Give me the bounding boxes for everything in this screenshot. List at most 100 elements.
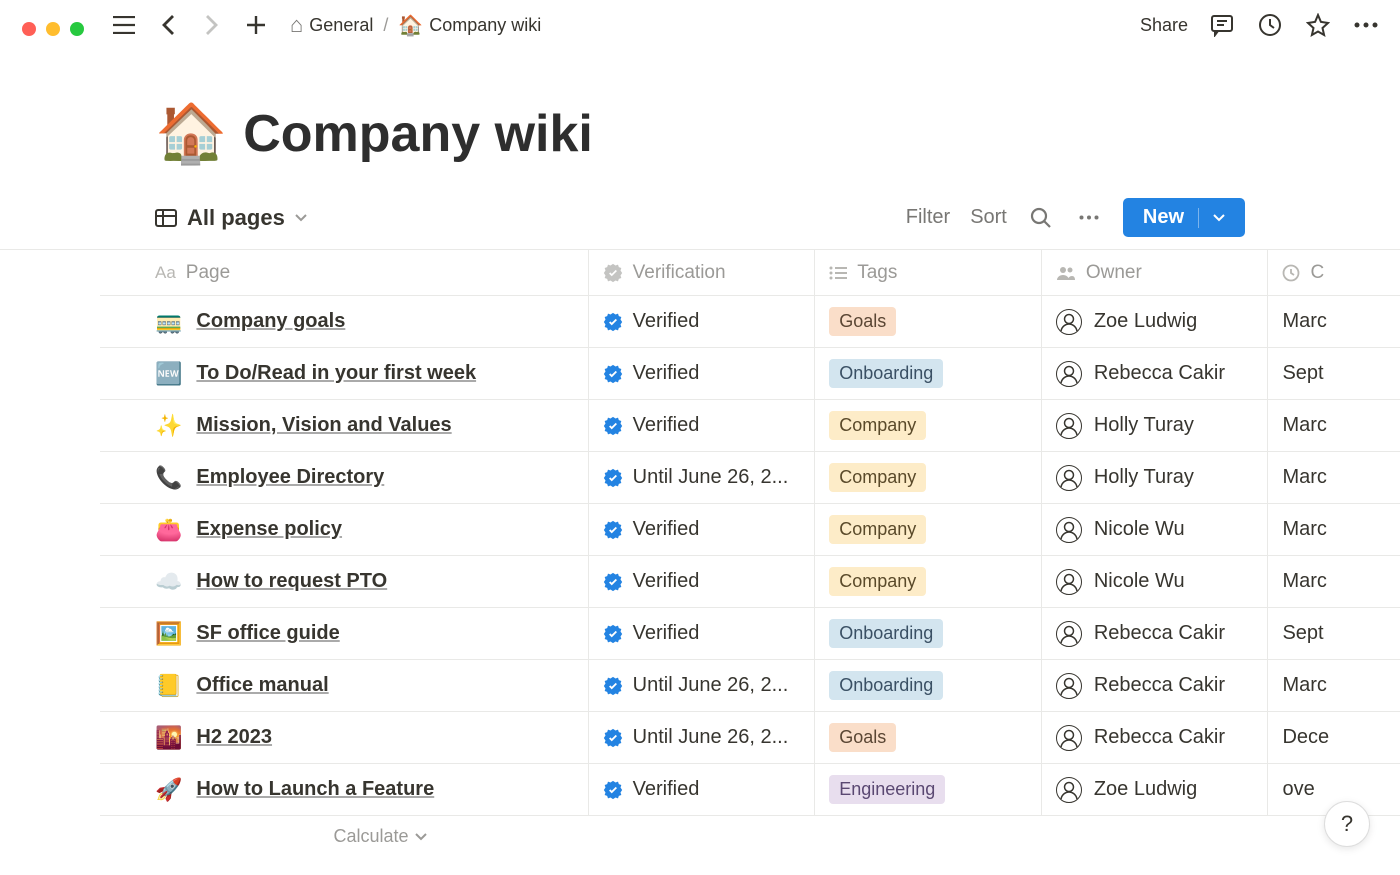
page-cell[interactable]: 🚃 Company goals (155, 309, 588, 335)
owner-cell[interactable]: Rebecca Cakir (1041, 348, 1268, 399)
share-button[interactable]: Share (1140, 15, 1188, 36)
owner-cell[interactable]: Holly Turay (1041, 452, 1268, 503)
owner-cell[interactable]: Rebecca Cakir (1041, 660, 1268, 711)
created-cell[interactable]: Marc (1267, 400, 1400, 451)
created-cell[interactable]: Sept (1267, 348, 1400, 399)
column-created[interactable]: C (1267, 250, 1400, 295)
updates-icon[interactable] (1256, 11, 1284, 39)
column-page[interactable]: Aa Page (155, 262, 588, 284)
owner-cell[interactable]: Rebecca Cakir (1041, 608, 1268, 659)
page-cell[interactable]: 📒 Office manual (155, 673, 588, 699)
tags-cell[interactable]: Onboarding (814, 608, 1041, 659)
owner-cell[interactable]: Holly Turay (1041, 400, 1268, 451)
owner-name: Rebecca Cakir (1094, 622, 1225, 645)
table-row[interactable]: 🖼️ SF office guide Verified Onboarding R… (100, 608, 1400, 660)
breadcrumb-current[interactable]: Company wiki (429, 15, 541, 36)
created-text: Sept (1282, 622, 1323, 645)
tags-cell[interactable]: Goals (814, 296, 1041, 347)
tags-cell[interactable]: Company (814, 504, 1041, 555)
table-row[interactable]: 🌇 H2 2023 Until June 26, 2... Goals Rebe… (100, 712, 1400, 764)
column-verification[interactable]: Verification (588, 250, 815, 295)
created-text: Marc (1282, 518, 1326, 541)
verification-cell[interactable]: Verified (588, 608, 815, 659)
tags-cell[interactable]: Company (814, 556, 1041, 607)
window-minimize[interactable] (46, 22, 60, 36)
chevron-down-icon[interactable] (1213, 214, 1225, 222)
verified-badge-icon (603, 416, 623, 436)
tags-cell[interactable]: Engineering (814, 764, 1041, 815)
page-cell[interactable]: 🆕 To Do/Read in your first week (155, 361, 588, 387)
search-icon[interactable] (1027, 204, 1055, 232)
comments-icon[interactable] (1208, 11, 1236, 39)
column-owner[interactable]: Owner (1041, 250, 1268, 295)
page-cell[interactable]: ✨ Mission, Vision and Values (155, 413, 588, 439)
created-cell[interactable]: Dece (1267, 712, 1400, 763)
top-bar: ⌂ General / 🏠 Company wiki Share (0, 0, 1400, 50)
view-selector[interactable]: All pages (155, 205, 307, 231)
table-row[interactable]: 🚀 How to Launch a Feature Verified Engin… (100, 764, 1400, 816)
page-cell[interactable]: 🌇 H2 2023 (155, 725, 588, 751)
forward-button[interactable] (198, 11, 226, 39)
table-row[interactable]: 👛 Expense policy Verified Company Nicole… (100, 504, 1400, 556)
row-emoji: ✨ (155, 413, 182, 439)
tags-cell[interactable]: Company (814, 400, 1041, 451)
table-row[interactable]: 📞 Employee Directory Until June 26, 2...… (100, 452, 1400, 504)
table-row[interactable]: ☁️ How to request PTO Verified Company N… (100, 556, 1400, 608)
filter-button[interactable]: Filter (906, 206, 950, 229)
owner-cell[interactable]: Rebecca Cakir (1041, 712, 1268, 763)
created-cell[interactable]: Marc (1267, 504, 1400, 555)
owner-cell[interactable]: Nicole Wu (1041, 556, 1268, 607)
tag: Company (829, 515, 926, 544)
new-page-button[interactable] (242, 11, 270, 39)
verification-cell[interactable]: Verified (588, 764, 815, 815)
page-title[interactable]: 🏠 Company wiki (155, 100, 1400, 168)
page-cell[interactable]: 👛 Expense policy (155, 517, 588, 543)
page-cell[interactable]: 📞 Employee Directory (155, 465, 588, 491)
new-button[interactable]: New (1123, 198, 1245, 237)
created-cell[interactable]: Marc (1267, 452, 1400, 503)
page-cell[interactable]: ☁️ How to request PTO (155, 569, 588, 595)
window-close[interactable] (22, 22, 36, 36)
table-row[interactable]: ✨ Mission, Vision and Values Verified Co… (100, 400, 1400, 452)
owner-cell[interactable]: Zoe Ludwig (1041, 296, 1268, 347)
created-cell[interactable]: Sept (1267, 608, 1400, 659)
verification-cell[interactable]: Until June 26, 2... (588, 660, 815, 711)
verified-badge-icon (603, 364, 623, 384)
verified-badge-icon (603, 728, 623, 748)
calculate-button[interactable]: Calculate (280, 816, 480, 857)
page-cell[interactable]: 🚀 How to Launch a Feature (155, 777, 588, 803)
table-row[interactable]: 🚃 Company goals Verified Goals Zoe Ludwi… (100, 296, 1400, 348)
created-cell[interactable]: Marc (1267, 296, 1400, 347)
tags-cell[interactable]: Goals (814, 712, 1041, 763)
tags-cell[interactable]: Company (814, 452, 1041, 503)
help-button[interactable]: ? (1324, 801, 1370, 847)
back-button[interactable] (154, 11, 182, 39)
verification-cell[interactable]: Verified (588, 296, 815, 347)
breadcrumb-parent[interactable]: General (309, 15, 373, 36)
page-emoji[interactable]: 🏠 (155, 100, 227, 168)
verification-cell[interactable]: Verified (588, 556, 815, 607)
created-cell[interactable]: Marc (1267, 660, 1400, 711)
table-row[interactable]: 📒 Office manual Until June 26, 2... Onbo… (100, 660, 1400, 712)
more-icon[interactable] (1352, 11, 1380, 39)
sort-button[interactable]: Sort (970, 206, 1007, 229)
owner-cell[interactable]: Zoe Ludwig (1041, 764, 1268, 815)
window-maximize[interactable] (70, 22, 84, 36)
view-more-icon[interactable] (1075, 204, 1103, 232)
verification-cell[interactable]: Verified (588, 348, 815, 399)
favorite-icon[interactable] (1304, 11, 1332, 39)
column-tags[interactable]: Tags (814, 250, 1041, 295)
menu-icon[interactable] (110, 11, 138, 39)
page-cell[interactable]: 🖼️ SF office guide (155, 621, 588, 647)
created-cell[interactable]: Marc (1267, 556, 1400, 607)
verification-cell[interactable]: Until June 26, 2... (588, 712, 815, 763)
verification-cell[interactable]: Verified (588, 504, 815, 555)
breadcrumb: ⌂ General / 🏠 Company wiki (290, 12, 541, 38)
table-row[interactable]: 🆕 To Do/Read in your first week Verified… (100, 348, 1400, 400)
tags-cell[interactable]: Onboarding (814, 660, 1041, 711)
tags-cell[interactable]: Onboarding (814, 348, 1041, 399)
created-text: Marc (1282, 674, 1326, 697)
verification-cell[interactable]: Until June 26, 2... (588, 452, 815, 503)
verification-cell[interactable]: Verified (588, 400, 815, 451)
owner-cell[interactable]: Nicole Wu (1041, 504, 1268, 555)
